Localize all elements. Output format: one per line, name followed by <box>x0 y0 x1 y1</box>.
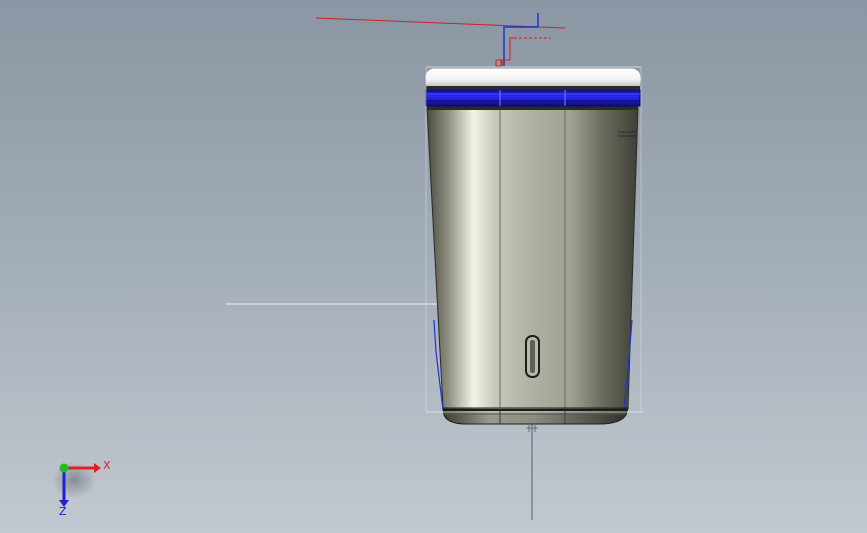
orientation-triad[interactable]: X Z <box>52 459 111 518</box>
model-scene[interactable]: X Z <box>0 0 867 533</box>
cup-base[interactable] <box>426 407 643 425</box>
seal-ring-shape[interactable] <box>425 89 641 107</box>
lid-bottom-band <box>426 86 640 90</box>
sketch-polyline-blue[interactable] <box>503 13 539 66</box>
body-top-rim <box>427 106 638 110</box>
handle-knob-inner <box>530 340 535 373</box>
triad-x-label: X <box>103 459 111 472</box>
seal-ring[interactable] <box>425 89 641 107</box>
triad-z-label: Z <box>59 505 67 518</box>
graphics-viewport[interactable]: X Z <box>0 0 867 533</box>
triad-x-arrow <box>94 463 101 473</box>
handle-knob[interactable] <box>525 335 540 378</box>
top-sketch[interactable] <box>315 13 566 67</box>
sketch-small-rect[interactable] <box>495 59 502 67</box>
triad-y-dot <box>59 463 69 473</box>
cup-lid-shape[interactable] <box>424 67 642 89</box>
cup-lid[interactable] <box>424 66 642 90</box>
